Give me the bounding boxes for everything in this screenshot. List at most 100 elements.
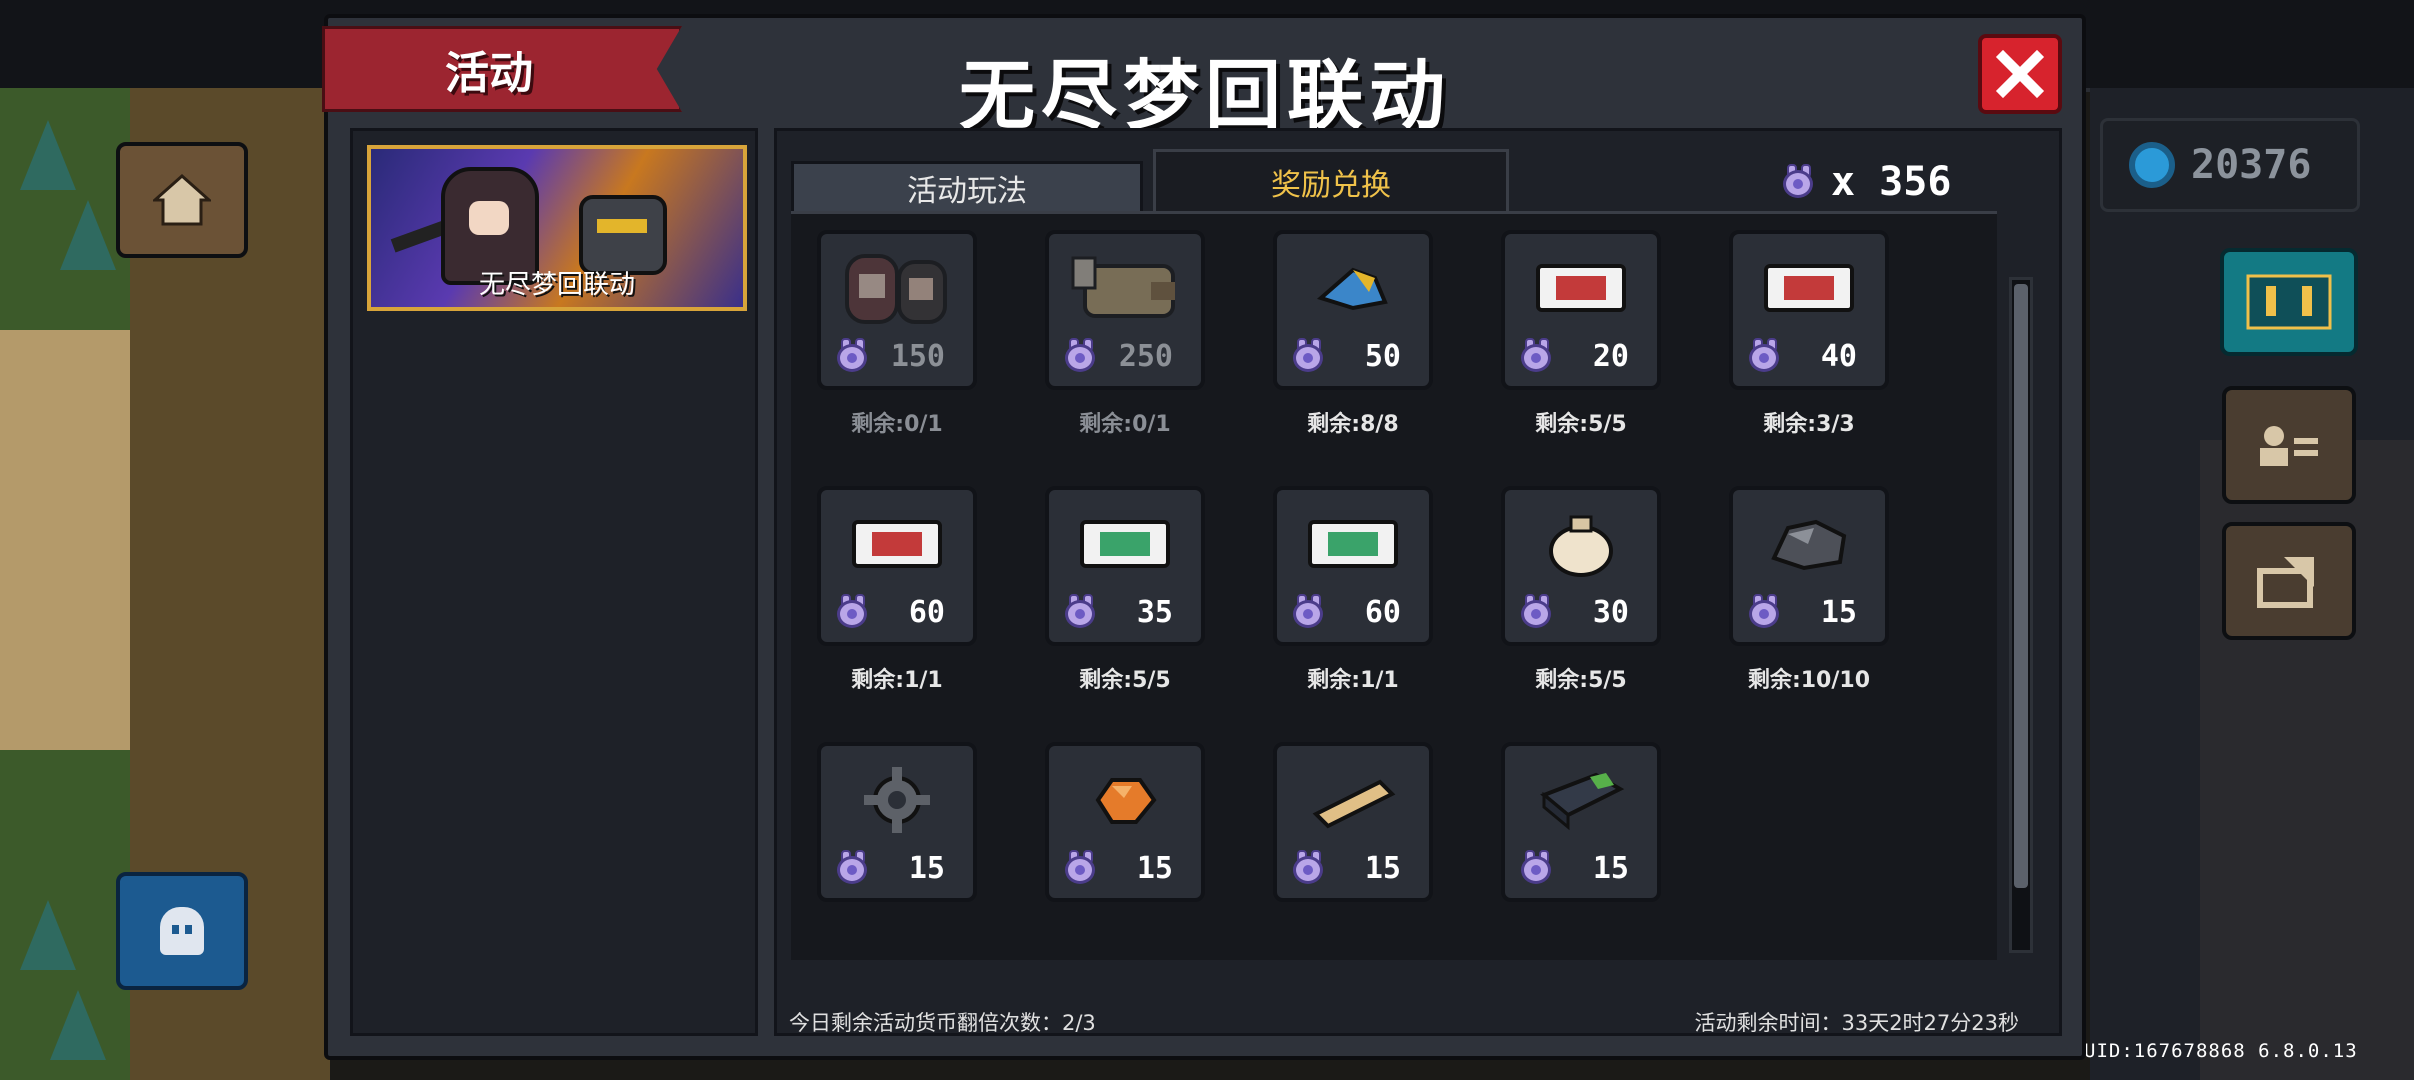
item-price-value: 15 xyxy=(1364,850,1401,886)
tab-gameplay[interactable]: 活动玩法 xyxy=(791,161,1143,211)
fish-icon xyxy=(1277,248,1429,328)
export-button[interactable] xyxy=(2222,522,2356,640)
reward-item[interactable]: 20 xyxy=(1501,230,1661,390)
item-price-value: 40 xyxy=(1820,338,1857,374)
gem-count: 20376 xyxy=(2191,142,2312,188)
item-price: 15 xyxy=(1733,590,1885,634)
reward-item[interactable]: 35 xyxy=(1045,486,1205,646)
item-stock-label: 剩余:1/1 xyxy=(851,668,943,693)
dirt-path xyxy=(0,330,130,750)
red-ticket-icon xyxy=(1733,248,1885,328)
close-icon xyxy=(1995,49,2045,99)
reward-item[interactable]: 15 xyxy=(1273,742,1433,902)
reward-item[interactable]: 15 xyxy=(1501,742,1661,902)
item-stock-label: 剩余:8/8 xyxy=(1307,412,1399,437)
badge-button[interactable] xyxy=(2220,248,2358,356)
character-duo-icon xyxy=(821,248,973,328)
item-price-value: 15 xyxy=(908,850,945,886)
reward-item[interactable]: 150 xyxy=(817,230,977,390)
tree-icon xyxy=(20,900,76,970)
gem-icon xyxy=(2129,142,2175,188)
reward-item[interactable]: 15 xyxy=(1729,486,1889,646)
item-price-value: 20 xyxy=(1592,338,1629,374)
ore-icon xyxy=(1733,504,1885,584)
event-list: 无尽梦回联动 xyxy=(350,128,758,1036)
reward-item[interactable]: 50 xyxy=(1273,230,1433,390)
event-modal: 活动 无尽梦回联动 无尽梦回联动 活动玩法 奖励兑换 x 356 150 剩余:0… xyxy=(322,14,2086,1060)
snail-token-icon xyxy=(1743,338,1787,374)
item-price-value: 15 xyxy=(1820,594,1857,630)
reward-grid: 150 剩余:0/1 250 剩余:0/1 50 剩余:8/8 20 剩余:5/5 40 剩余:3… xyxy=(791,211,1997,960)
tree-icon xyxy=(60,200,116,270)
item-stock-label: 剩余:5/5 xyxy=(1079,668,1171,693)
item-price-value: 30 xyxy=(1592,594,1629,630)
badge-icon xyxy=(2246,274,2332,330)
item-price: 15 xyxy=(821,846,973,890)
ghost-button[interactable] xyxy=(116,872,248,990)
item-price-value: 50 xyxy=(1364,338,1401,374)
item-stock-label: 剩余:5/5 xyxy=(1535,412,1627,437)
wood-plank-icon xyxy=(1277,760,1429,840)
item-price-value: 35 xyxy=(1136,594,1173,630)
item-price-value: 60 xyxy=(1364,594,1401,630)
double-count-text: 今日剩余活动货币翻倍次数：2/3 xyxy=(789,1011,1096,1035)
reward-item[interactable]: 15 xyxy=(1045,742,1205,902)
tree-icon xyxy=(50,990,106,1060)
sack-icon xyxy=(1505,504,1657,584)
item-price: 150 xyxy=(821,334,973,378)
profile-icon xyxy=(2260,426,2318,466)
snail-token-icon xyxy=(1287,850,1331,886)
item-price-value: 250 xyxy=(1118,338,1173,374)
item-price: 40 xyxy=(1733,334,1885,378)
snail-token-icon xyxy=(1287,338,1331,374)
item-stock-label: 剩余:0/1 xyxy=(851,412,943,437)
snail-token-icon xyxy=(1777,164,1821,200)
item-price: 20 xyxy=(1505,334,1657,378)
tree-icon xyxy=(20,120,76,190)
item-price: 60 xyxy=(821,590,973,634)
snail-token-icon xyxy=(831,594,875,630)
item-stock-label: 剩余:3/3 xyxy=(1763,412,1855,437)
snail-token-icon xyxy=(1287,594,1331,630)
uid-version-label: UID:167678868 6.8.0.13 xyxy=(2084,1040,2358,1062)
gem-counter: 20376 xyxy=(2100,118,2360,212)
snail-token-icon xyxy=(1059,594,1103,630)
snail-token-icon xyxy=(831,338,875,374)
close-button[interactable] xyxy=(1978,34,2062,114)
snail-token-icon xyxy=(1743,594,1787,630)
orange-gem-icon xyxy=(1049,760,1201,840)
red-ticket-icon xyxy=(821,504,973,584)
item-price: 15 xyxy=(1277,846,1429,890)
snail-token-icon xyxy=(1059,338,1103,374)
green-ticket-icon xyxy=(1049,504,1201,584)
ghost-icon xyxy=(160,907,204,955)
event-card-label: 无尽梦回联动 xyxy=(478,270,635,300)
item-price: 15 xyxy=(1049,846,1201,890)
snail-token-icon xyxy=(831,850,875,886)
battery-icon xyxy=(1505,760,1657,840)
item-price: 60 xyxy=(1277,590,1429,634)
home-icon xyxy=(153,174,211,226)
snail-token-icon xyxy=(1515,594,1559,630)
reward-item[interactable]: 40 xyxy=(1729,230,1889,390)
reward-item[interactable]: 60 xyxy=(817,486,977,646)
snail-token-icon xyxy=(1515,338,1559,374)
reward-item[interactable]: 60 xyxy=(1273,486,1433,646)
reward-item[interactable]: 15 xyxy=(817,742,977,902)
reward-item[interactable]: 30 xyxy=(1501,486,1661,646)
item-price-value: 60 xyxy=(908,594,945,630)
tab-exchange[interactable]: 奖励兑换 xyxy=(1153,149,1509,211)
currency-display: x 356 xyxy=(1777,151,1951,213)
home-button[interactable] xyxy=(116,142,248,258)
green-ticket-icon xyxy=(1277,504,1429,584)
scrollbar[interactable] xyxy=(2009,277,2033,953)
item-price-value: 150 xyxy=(890,338,945,374)
red-ticket-icon xyxy=(1505,248,1657,328)
scrollbar-thumb[interactable] xyxy=(2014,284,2028,888)
reward-item[interactable]: 250 xyxy=(1045,230,1205,390)
event-card-crossover[interactable]: 无尽梦回联动 xyxy=(367,145,747,311)
profile-button[interactable] xyxy=(2222,386,2356,504)
item-stock-label: 剩余:0/1 xyxy=(1079,412,1171,437)
item-price: 50 xyxy=(1277,334,1429,378)
knight-character-sprite xyxy=(579,195,667,275)
